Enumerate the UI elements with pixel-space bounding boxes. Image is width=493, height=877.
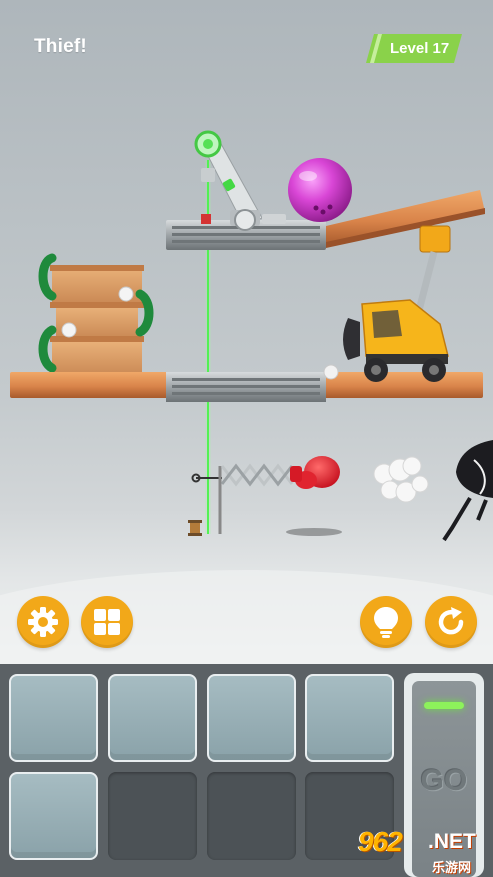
bulldozer — [323, 225, 451, 382]
hint-button[interactable] — [360, 596, 412, 648]
tray-slot-1[interactable] — [9, 674, 98, 762]
watermark-suffix: .NET — [428, 830, 476, 853]
bowling-ball — [288, 158, 352, 222]
floor-glow — [0, 570, 493, 664]
spool — [188, 520, 202, 536]
tray-slot-3[interactable] — [207, 674, 296, 762]
restart-icon — [438, 607, 464, 635]
level-badge: Level 17 — [366, 34, 462, 63]
watermark-brand: 962 — [358, 826, 403, 857]
laser-lever — [194, 130, 286, 231]
punch-mechanism — [191, 456, 342, 536]
go-label: GO — [420, 764, 468, 797]
tray-slot-2[interactable] — [108, 674, 197, 762]
gear-icon — [28, 607, 58, 637]
smoke-cloud — [373, 456, 429, 503]
thief-character — [442, 440, 493, 542]
shelf-stack — [38, 253, 154, 380]
tray-slot-7[interactable] — [207, 772, 296, 860]
restart-button[interactable] — [425, 596, 477, 648]
watermark-subtitle: 乐游网 — [432, 860, 472, 875]
settings-button[interactable] — [17, 596, 69, 648]
tray-slot-4[interactable] — [305, 674, 394, 762]
level-label: Level 17 — [390, 40, 450, 57]
watermark-logo: 962 .NET 乐游网 — [358, 826, 488, 875]
menu-button[interactable] — [81, 596, 133, 648]
lower-plank — [10, 372, 483, 402]
puzzle-scene — [0, 130, 493, 664]
level-title: Thief! — [34, 36, 87, 57]
grid-icon — [94, 609, 120, 635]
lightbulb-icon — [374, 607, 398, 638]
go-indicator-light — [424, 702, 464, 709]
game-screen: Thief! Level 17 GO 962 .NET 乐游网 — [0, 0, 493, 877]
tray-slot-5[interactable] — [9, 772, 98, 860]
tray-slot-6[interactable] — [108, 772, 197, 860]
